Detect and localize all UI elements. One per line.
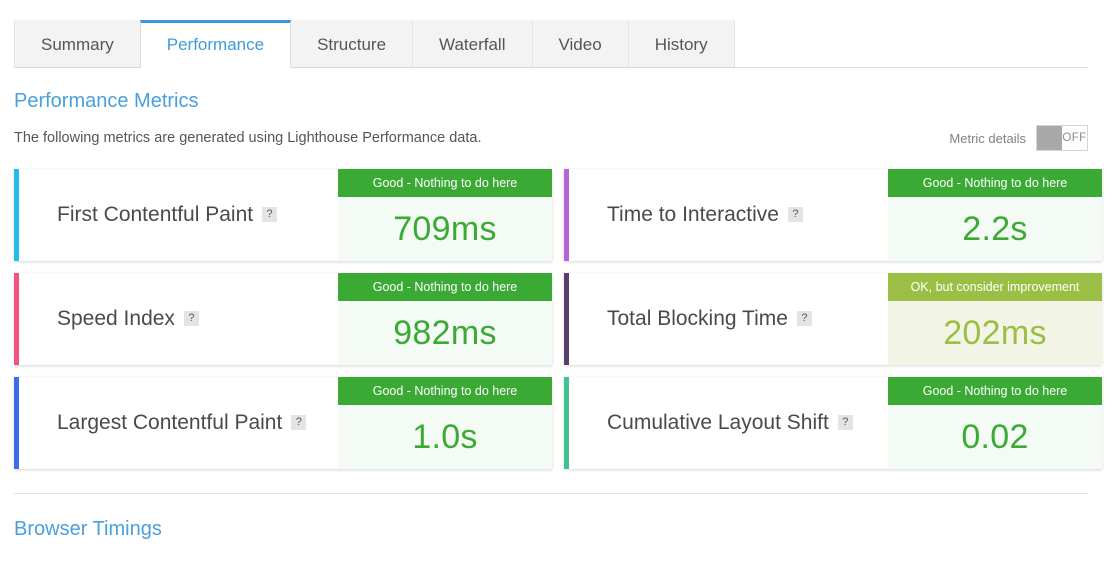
- metric-card: First Contentful Paint? Good - Nothing to…: [14, 169, 552, 261]
- metric-name-area: Speed Index?: [19, 273, 338, 365]
- metric-card: Speed Index? Good - Nothing to do here 982…: [14, 273, 552, 365]
- help-icon[interactable]: ?: [796, 311, 812, 326]
- switch-state-label: OFF: [1062, 132, 1087, 144]
- browser-timings-title: Browser Timings: [14, 518, 162, 540]
- status-badge: Good - Nothing to do here: [888, 377, 1102, 405]
- help-icon[interactable]: ?: [183, 311, 199, 326]
- metric-label: Time to Interactive?: [607, 203, 803, 227]
- metric-card: Time to Interactive? Good - Nothing to do…: [564, 169, 1102, 261]
- tab-structure[interactable]: Structure: [290, 20, 414, 67]
- status-badge: OK, but consider improvement: [888, 273, 1102, 301]
- metric-value: 2.2s: [888, 197, 1102, 261]
- metric-value-area: Good - Nothing to do here 2.2s: [888, 169, 1102, 261]
- metric-label: Speed Index?: [57, 307, 199, 331]
- metric-value-area: OK, but consider improvement 202ms: [888, 273, 1102, 365]
- metric-value: 1.0s: [338, 405, 552, 469]
- metric-details-label: Metric details: [949, 130, 1026, 146]
- metric-label: First Contentful Paint?: [57, 203, 278, 227]
- help-icon[interactable]: ?: [291, 415, 307, 430]
- metric-card: Total Blocking Time? OK, but consider imp…: [564, 273, 1102, 365]
- metrics-grid: First Contentful Paint? Good - Nothing to…: [14, 169, 1102, 469]
- metric-label: Cumulative Layout Shift?: [607, 411, 853, 435]
- metric-details-switch[interactable]: OFF: [1036, 125, 1088, 151]
- metric-label: Total Blocking Time?: [607, 307, 812, 331]
- metric-name-area: Total Blocking Time?: [569, 273, 888, 365]
- status-badge: Good - Nothing to do here: [888, 169, 1102, 197]
- help-icon[interactable]: ?: [262, 207, 278, 222]
- metric-value: 709ms: [338, 197, 552, 261]
- metric-details-toggle-group: Metric details OFF: [949, 125, 1088, 151]
- metric-value: 202ms: [888, 301, 1102, 365]
- metric-value-area: Good - Nothing to do here 982ms: [338, 273, 552, 365]
- metric-name-area: First Contentful Paint?: [19, 169, 338, 261]
- metric-name-area: Cumulative Layout Shift?: [569, 377, 888, 469]
- metric-card: Cumulative Layout Shift? Good - Nothing t…: [564, 377, 1102, 469]
- tab-history[interactable]: History: [627, 20, 735, 67]
- tab-bar: Summary Performance Structure Waterfall Vide…: [14, 20, 1088, 68]
- section-divider: [14, 493, 1088, 494]
- tab-video[interactable]: Video: [531, 20, 629, 67]
- tab-waterfall[interactable]: Waterfall: [412, 20, 533, 67]
- status-badge: Good - Nothing to do here: [338, 169, 552, 197]
- metric-value: 0.02: [888, 405, 1102, 469]
- metric-card: Largest Contentful Paint? Good - Nothing …: [14, 377, 552, 469]
- metric-name-area: Time to Interactive?: [569, 169, 888, 261]
- section-subheader: The following metrics are generated usin…: [14, 125, 1088, 151]
- metric-name-area: Largest Contentful Paint?: [19, 377, 338, 469]
- switch-knob: [1037, 126, 1062, 150]
- status-badge: Good - Nothing to do here: [338, 377, 552, 405]
- page-title: Performance Metrics: [14, 90, 199, 112]
- metric-label: Largest Contentful Paint?: [57, 411, 307, 435]
- metric-value-area: Good - Nothing to do here 709ms: [338, 169, 552, 261]
- section-description: The following metrics are generated usin…: [14, 130, 482, 146]
- metric-value-area: Good - Nothing to do here 1.0s: [338, 377, 552, 469]
- help-icon[interactable]: ?: [837, 415, 853, 430]
- tab-performance[interactable]: Performance: [139, 20, 292, 68]
- help-icon[interactable]: ?: [787, 207, 803, 222]
- tab-summary[interactable]: Summary: [14, 20, 141, 67]
- metric-value-area: Good - Nothing to do here 0.02: [888, 377, 1102, 469]
- metric-value: 982ms: [338, 301, 552, 365]
- status-badge: Good - Nothing to do here: [338, 273, 552, 301]
